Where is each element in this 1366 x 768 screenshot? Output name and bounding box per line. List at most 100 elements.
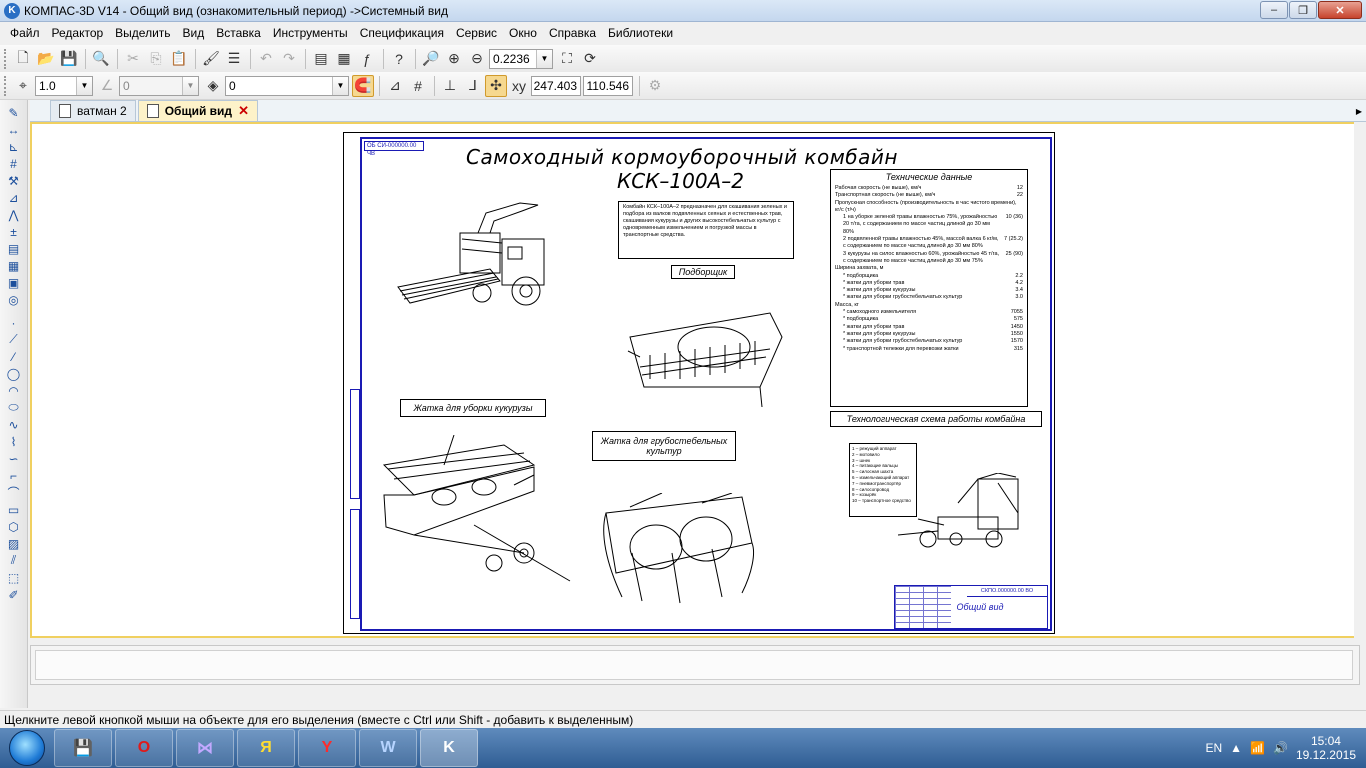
- vertical-scrollbar[interactable]: [1354, 122, 1364, 638]
- menu-tools[interactable]: Инструменты: [267, 26, 354, 40]
- menu-service[interactable]: Сервис: [450, 26, 503, 40]
- library-icon[interactable]: ◎: [4, 291, 24, 308]
- dimensions-icon[interactable]: ↔: [4, 121, 24, 138]
- start-button[interactable]: [0, 728, 54, 768]
- ortho-mode-icon[interactable]: ⅃: [462, 75, 484, 97]
- aux-line-icon[interactable]: ⟋: [4, 331, 24, 348]
- geometry-icon[interactable]: ✎: [4, 104, 24, 121]
- new-document-icon[interactable]: 🗋: [12, 48, 34, 70]
- chevron-down-icon[interactable]: ▼: [76, 76, 92, 95]
- report-icon[interactable]: ▤: [4, 240, 24, 257]
- menu-libraries[interactable]: Библиотеки: [602, 26, 679, 40]
- chamfer-icon[interactable]: ⌐: [4, 467, 24, 484]
- spline-icon[interactable]: ∿: [4, 416, 24, 433]
- step-combo[interactable]: 1.0 ▼: [35, 75, 93, 96]
- brush-icon[interactable]: ✐: [4, 586, 24, 603]
- parametrization-icon[interactable]: ⚒: [4, 172, 24, 189]
- undo-icon[interactable]: ↶: [255, 48, 277, 70]
- drawing-sheet[interactable]: ОБ СИ-000000.00 ЧВ Самоходный кормоуборо…: [343, 132, 1055, 634]
- menu-help[interactable]: Справка: [543, 26, 602, 40]
- format-brush-icon[interactable]: 🖌: [200, 48, 222, 70]
- paste-icon[interactable]: 📋: [168, 48, 190, 70]
- equidistant-icon[interactable]: ⫽: [4, 552, 24, 569]
- toolbar-grip[interactable]: [4, 75, 8, 96]
- menu-window[interactable]: Окно: [503, 26, 543, 40]
- menu-view[interactable]: Вид: [177, 26, 211, 40]
- circle-icon[interactable]: ◯: [4, 365, 24, 382]
- round-icon[interactable]: ✣: [485, 74, 507, 97]
- tray-expand-icon[interactable]: ▲: [1230, 741, 1242, 755]
- menu-insert[interactable]: Вставка: [210, 26, 267, 40]
- tab-general-view[interactable]: Общий вид ✕: [137, 100, 258, 121]
- minimize-button[interactable]: –: [1260, 1, 1288, 19]
- toolbar-grip[interactable]: [4, 48, 8, 69]
- coord-x-field[interactable]: 247.403: [531, 75, 581, 96]
- tabs-scroll-icon[interactable]: ▶: [1352, 102, 1366, 120]
- fillet-icon[interactable]: ⌒: [4, 484, 24, 501]
- cursor-step-icon[interactable]: ⌖: [12, 75, 34, 97]
- refresh-icon[interactable]: ⟳: [579, 48, 601, 70]
- bezier-icon[interactable]: ∽: [4, 450, 24, 467]
- open-folder-icon[interactable]: 📂: [35, 48, 57, 70]
- redo-icon[interactable]: ↷: [278, 48, 300, 70]
- chevron-down-icon[interactable]: ▼: [536, 49, 552, 68]
- polyline-icon[interactable]: ⌇: [4, 433, 24, 450]
- angle-icon[interactable]: ∠: [96, 75, 118, 97]
- polygon-icon[interactable]: ⬡: [4, 518, 24, 535]
- outline-icon[interactable]: ⬚: [4, 569, 24, 586]
- view-settings-icon[interactable]: ⚙: [644, 75, 666, 97]
- show-all-icon[interactable]: ⛶: [556, 48, 578, 70]
- measure-icon[interactable]: ⊿: [4, 189, 24, 206]
- zoom-window-icon[interactable]: 🔎: [420, 48, 442, 70]
- menu-select[interactable]: Выделить: [109, 26, 176, 40]
- print-preview-icon[interactable]: 🔍: [90, 48, 112, 70]
- editing-icon[interactable]: #: [4, 155, 24, 172]
- properties-icon[interactable]: ☰: [223, 48, 245, 70]
- hatch-icon[interactable]: ▨: [4, 535, 24, 552]
- insert-icon[interactable]: ▦: [4, 257, 24, 274]
- taskbar-app-yandex-browser[interactable]: Y: [298, 729, 356, 767]
- taskbar-app-word[interactable]: W: [359, 729, 417, 767]
- zoom-combo[interactable]: 0.2236 ▼: [489, 48, 553, 69]
- layer-combo[interactable]: 0 ▼: [225, 75, 349, 96]
- chevron-down-icon[interactable]: ▼: [332, 76, 348, 95]
- angle-combo[interactable]: 0 ▼: [119, 75, 199, 96]
- chevron-down-icon[interactable]: ▼: [182, 76, 198, 95]
- rectangle-icon[interactable]: ▭: [4, 501, 24, 518]
- snap-magnet-icon[interactable]: 🧲: [352, 74, 374, 97]
- select-icon[interactable]: ⋀: [4, 206, 24, 223]
- zoom-out-icon[interactable]: ⊖: [466, 48, 488, 70]
- segment-icon[interactable]: ⁄: [4, 348, 24, 365]
- notation-icon[interactable]: ⊾: [4, 138, 24, 155]
- variables-icon[interactable]: ▦: [333, 48, 355, 70]
- drawing-workspace[interactable]: ОБ СИ-000000.00 ЧВ Самоходный кормоуборо…: [30, 122, 1364, 638]
- ellipse-icon[interactable]: ⬭: [4, 399, 24, 416]
- menu-editor[interactable]: Редактор: [46, 26, 110, 40]
- point-icon[interactable]: ·: [4, 314, 24, 331]
- taskbar-app-kompas[interactable]: K: [420, 729, 478, 767]
- coord-y-field[interactable]: 110.546: [583, 75, 633, 96]
- function-icon[interactable]: ƒ: [356, 48, 378, 70]
- save-icon[interactable]: 💾: [58, 48, 80, 70]
- local-cs-icon[interactable]: ⊥: [439, 75, 461, 97]
- network-icon[interactable]: 📶: [1250, 741, 1265, 755]
- menu-specification[interactable]: Спецификация: [354, 26, 450, 40]
- tab-vatman-2[interactable]: ватман 2: [50, 100, 136, 121]
- close-icon[interactable]: ✕: [238, 103, 249, 119]
- clock[interactable]: 15:04 19.12.2015: [1296, 734, 1356, 762]
- taskbar-app-vs[interactable]: ⋈: [176, 729, 234, 767]
- taskbar-app-yandex[interactable]: Я: [237, 729, 295, 767]
- orthogonal-icon[interactable]: ⊿: [384, 75, 406, 97]
- manager-icon[interactable]: ▤: [310, 48, 332, 70]
- menu-file[interactable]: Файл: [4, 26, 46, 40]
- maximize-button[interactable]: ❐: [1289, 1, 1317, 19]
- help-pointer-icon[interactable]: ?: [388, 48, 410, 70]
- spec-icon[interactable]: ±: [4, 223, 24, 240]
- close-button[interactable]: ✕: [1318, 1, 1362, 19]
- taskbar-app-save[interactable]: 💾: [54, 729, 112, 767]
- cut-icon[interactable]: ✂: [122, 48, 144, 70]
- language-indicator[interactable]: EN: [1205, 741, 1222, 755]
- taskbar-app-opera[interactable]: O: [115, 729, 173, 767]
- zoom-in-icon[interactable]: ⊕: [443, 48, 465, 70]
- grid-icon[interactable]: #: [407, 75, 429, 97]
